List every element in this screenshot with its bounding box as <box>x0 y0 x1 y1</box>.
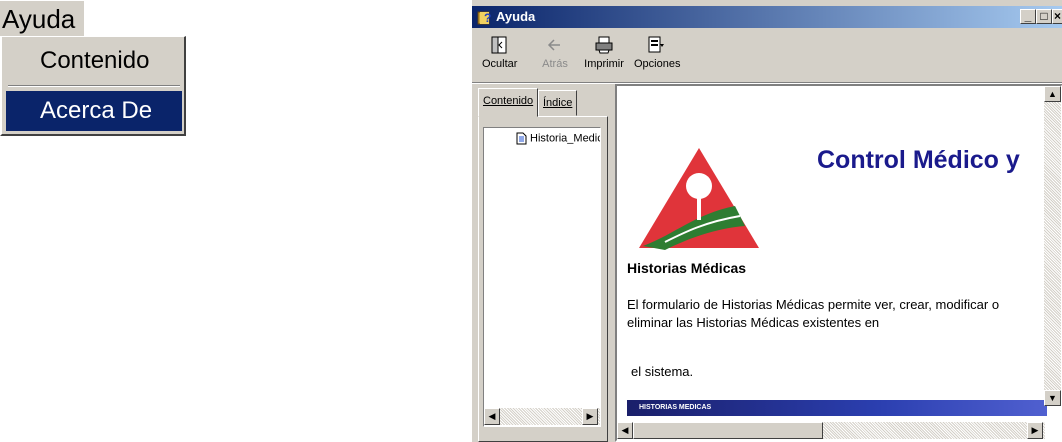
content-heading: Control Médico y <box>817 146 1020 174</box>
toolbar: Ocultar Atrás Imprimir Opciones <box>472 30 1062 80</box>
atras-button[interactable]: Atrás <box>540 34 570 70</box>
contents-tree: Historia_Medica ◀ ▶ <box>483 127 601 427</box>
tab-indice[interactable]: Índice <box>538 90 578 116</box>
section-title: Historias Médicas <box>627 260 747 276</box>
menu-ayuda[interactable]: Ayuda <box>0 0 86 36</box>
content-scroll-thumb[interactable] <box>633 422 823 439</box>
svg-text:?: ? <box>484 11 491 25</box>
scroll-left-button[interactable]: ◀ <box>484 408 500 425</box>
menu-item-acerca-de[interactable]: Acerca De <box>6 91 182 131</box>
title-bar[interactable]: ? Ayuda _ □ × <box>472 6 1062 28</box>
options-icon <box>648 36 664 53</box>
menu-separator <box>8 85 180 87</box>
printer-icon <box>595 36 613 54</box>
help-book-icon: ? <box>477 11 491 25</box>
ayuda-dropdown: Contenido Acerca De <box>0 36 186 136</box>
help-window: ? Ayuda _ □ × Ocultar Atrás Imprimir Opc… <box>471 0 1062 442</box>
window-title: Ayuda <box>496 9 536 24</box>
document-icon <box>516 132 527 145</box>
ocultar-button[interactable]: Ocultar <box>482 34 517 70</box>
content-scroll-left-button[interactable]: ◀ <box>617 422 633 439</box>
contents-panel: Historia_Medica ◀ ▶ <box>478 116 608 442</box>
clinic-logo <box>639 148 759 250</box>
scroll-down-button[interactable]: ▼ <box>1044 390 1061 406</box>
tree-item-historia-medica[interactable]: Historia_Medica <box>516 132 600 145</box>
hide-pane-icon <box>491 36 507 54</box>
maximize-button[interactable]: □ <box>1036 9 1052 24</box>
tab-contenido[interactable]: Contenido <box>478 88 539 117</box>
description-continued: el sistema. <box>631 364 694 379</box>
navigation-pane: Contenido Índice Historia_Medica ◀ ▶ <box>478 88 608 442</box>
imprimir-button[interactable]: Imprimir <box>584 34 624 70</box>
opciones-button[interactable]: Opciones <box>634 34 680 70</box>
screenshot-banner: HISTORIAS MEDICAS <box>627 400 1047 416</box>
scroll-up-button[interactable]: ▲ <box>1044 86 1061 102</box>
content-pane: Control Médico y Historias Médicas El fo… <box>615 84 1062 442</box>
tree-horizontal-scrollbar[interactable]: ◀ ▶ <box>484 408 600 425</box>
scroll-right-button[interactable]: ▶ <box>582 408 598 425</box>
minimize-button[interactable]: _ <box>1020 9 1036 24</box>
content-horizontal-scrollbar[interactable]: ◀ ▶ <box>617 422 1045 439</box>
description-paragraph: El formulario de Historias Médicas permi… <box>627 297 1000 330</box>
menu-item-contenido[interactable]: Contenido <box>6 41 182 81</box>
close-button[interactable]: × <box>1052 9 1062 24</box>
content-scroll-right-button[interactable]: ▶ <box>1027 422 1043 439</box>
content-vertical-scrollbar[interactable]: ▲ ▼ <box>1044 86 1061 406</box>
back-arrow-icon <box>547 39 560 51</box>
